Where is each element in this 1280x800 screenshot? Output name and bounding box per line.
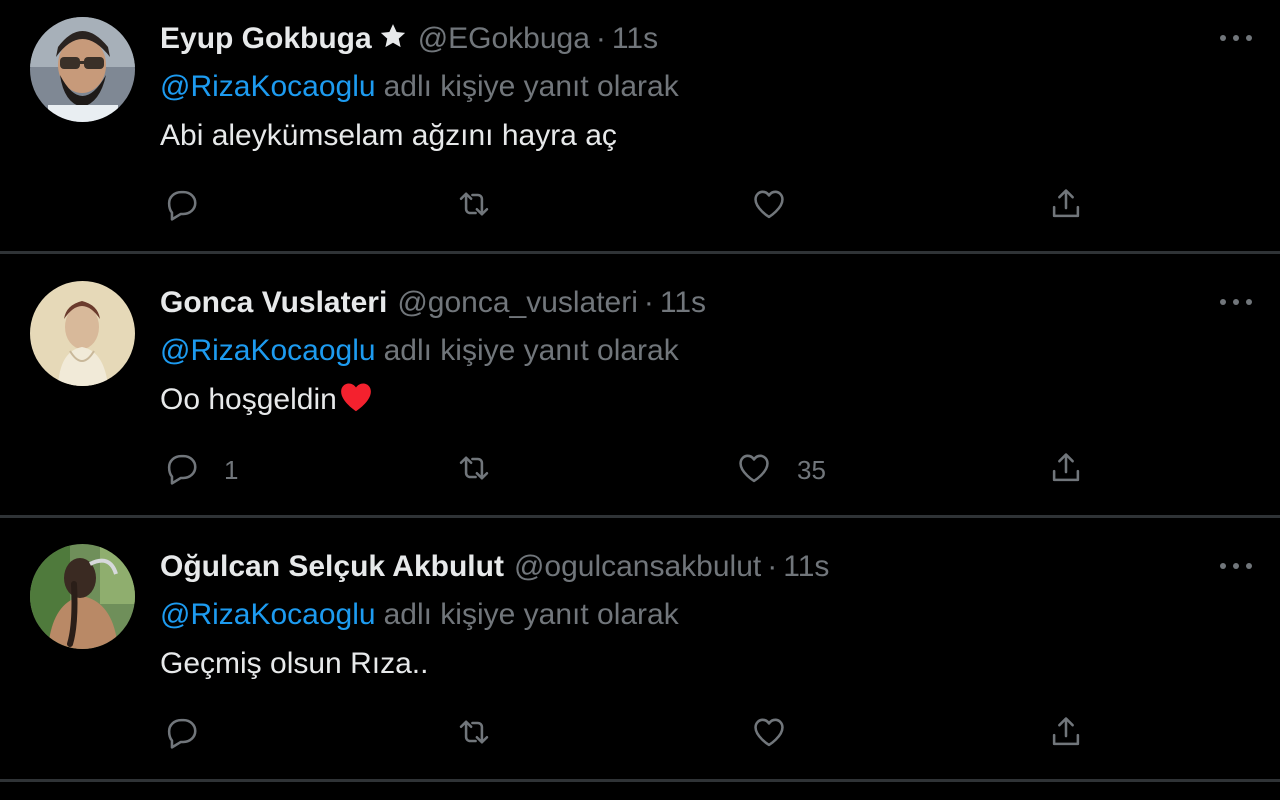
reply-mention-link[interactable]: @RizaKocaoglu xyxy=(160,70,376,103)
tweet-actions: 1 35 xyxy=(0,448,1280,492)
share-icon xyxy=(1047,449,1085,492)
reply-context: @RizaKocaoglu adlı kişiye yanıt olarak xyxy=(160,596,679,634)
tweet-text: Abi aleykümselam ağzını hayra aç xyxy=(160,119,617,152)
handle[interactable]: @gonca_vuslateri xyxy=(397,286,638,319)
reply-context-text: adlı kişiye yanıt olarak xyxy=(383,334,679,367)
share-button[interactable] xyxy=(1047,712,1085,756)
like-button[interactable] xyxy=(750,712,812,756)
heart-outline-icon xyxy=(735,449,773,492)
like-button[interactable]: 35 xyxy=(735,448,826,492)
reply-button[interactable] xyxy=(162,712,224,756)
divider xyxy=(0,779,1280,782)
reply-bubble-icon xyxy=(162,185,200,228)
reply-context: @RizaKocaoglu adlı kişiye yanıt olarak xyxy=(160,332,679,370)
star-icon xyxy=(378,21,408,61)
heart-outline-icon xyxy=(750,713,788,756)
avatar[interactable] xyxy=(30,544,135,649)
display-name[interactable]: Oğulcan Selçuk Akbulut xyxy=(160,550,504,583)
display-name[interactable]: Gonca Vuslateri xyxy=(160,286,387,319)
reply-bubble-icon xyxy=(162,449,200,492)
retweet-icon xyxy=(455,713,493,756)
red-heart-emoji xyxy=(339,381,373,424)
tweet-header: Gonca Vuslateri @gonca_vuslateri · 11s xyxy=(160,284,706,322)
tweet[interactable]: Gonca Vuslateri @gonca_vuslateri · 11s @Riz… xyxy=(0,264,1280,528)
reply-button[interactable] xyxy=(162,184,224,228)
reply-button[interactable]: 1 xyxy=(162,448,238,492)
tweet[interactable]: Eyup Gokbuga @EGokbuga · 11s @RizaKocaoglu a… xyxy=(0,0,1280,264)
share-icon xyxy=(1047,185,1085,228)
handle[interactable]: @ogulcansakbulut xyxy=(514,550,761,583)
reply-mention-link[interactable]: @RizaKocaoglu xyxy=(160,334,376,367)
reply-mention-link[interactable]: @RizaKocaoglu xyxy=(160,598,376,631)
retweet-icon xyxy=(455,449,493,492)
separator: · xyxy=(643,286,654,319)
reply-bubble-icon xyxy=(162,713,200,756)
avatar[interactable] xyxy=(30,17,135,122)
more-dots-icon[interactable] xyxy=(1214,22,1258,52)
tweet[interactable]: Oğulcan Selçuk Akbulut @ogulcansakbulut · 1… xyxy=(0,528,1280,792)
handle[interactable]: @EGokbuga xyxy=(418,22,590,55)
tweet-text-container: Oo hoşgeldin xyxy=(160,380,373,424)
retweet-icon xyxy=(455,185,493,228)
retweet-button[interactable] xyxy=(455,712,493,756)
tweet-actions xyxy=(0,184,1280,228)
tweet-actions xyxy=(0,712,1280,756)
heart-outline-icon xyxy=(750,185,788,228)
timestamp[interactable]: 11s xyxy=(660,286,706,319)
more-dots-icon[interactable] xyxy=(1214,550,1258,580)
tweet-text: Geçmiş olsun Rıza.. xyxy=(160,647,429,680)
reply-context-text: adlı kişiye yanıt olarak xyxy=(383,598,679,631)
display-name[interactable]: Eyup Gokbuga xyxy=(160,22,372,55)
timestamp[interactable]: 11s xyxy=(612,22,658,55)
timeline: Eyup Gokbuga @EGokbuga · 11s @RizaKocaoglu a… xyxy=(0,0,1280,800)
more-dots-icon[interactable] xyxy=(1214,286,1258,316)
share-button[interactable] xyxy=(1047,448,1085,492)
retweet-button[interactable] xyxy=(455,184,493,228)
divider xyxy=(0,515,1280,518)
share-icon xyxy=(1047,713,1085,756)
tweet-header: Eyup Gokbuga @EGokbuga · 11s xyxy=(160,20,658,58)
separator: · xyxy=(595,22,606,55)
separator: · xyxy=(767,550,778,583)
like-button[interactable] xyxy=(750,184,812,228)
divider xyxy=(0,251,1280,254)
avatar[interactable] xyxy=(30,281,135,386)
like-count: 35 xyxy=(797,454,826,485)
timestamp[interactable]: 11s xyxy=(783,550,829,583)
retweet-button[interactable] xyxy=(455,448,493,492)
tweet-header: Oğulcan Selçuk Akbulut @ogulcansakbulut · 1… xyxy=(160,548,829,586)
reply-context: @RizaKocaoglu adlı kişiye yanıt olarak xyxy=(160,68,679,106)
tweet-text: Oo hoşgeldin xyxy=(160,383,337,416)
reply-context-text: adlı kişiye yanıt olarak xyxy=(383,70,679,103)
reply-count: 1 xyxy=(224,454,239,485)
share-button[interactable] xyxy=(1047,184,1085,228)
